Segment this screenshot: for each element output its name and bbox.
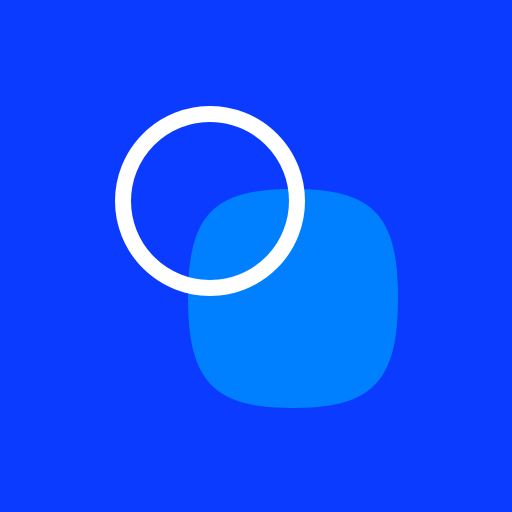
app-icon	[0, 0, 512, 512]
app-icon-svg	[0, 0, 512, 512]
